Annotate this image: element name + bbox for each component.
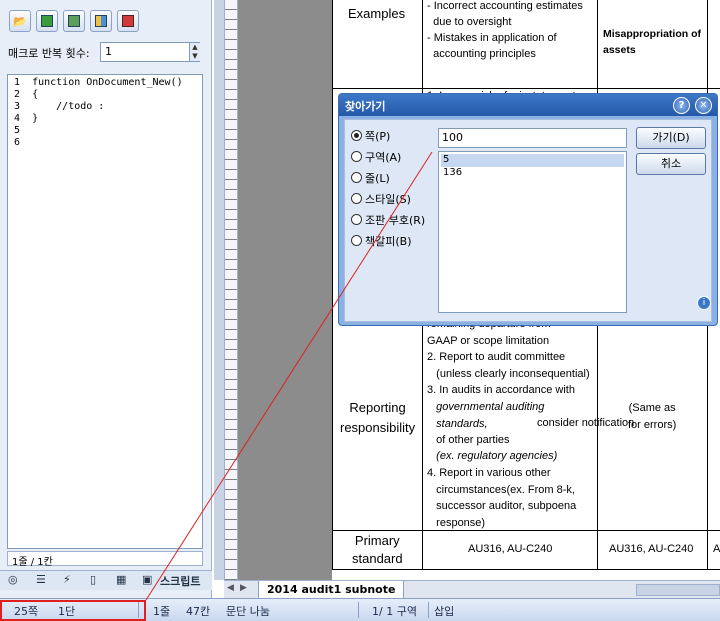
radio-line[interactable]: 줄(L) <box>351 170 390 186</box>
code-line: 1 function OnDocument_New() <box>14 77 183 88</box>
goto-button[interactable]: 가기(D) <box>636 127 706 149</box>
panel-scrollbar[interactable] <box>214 0 224 580</box>
script-editor[interactable]: 1 function OnDocument_New() 2 { 3 //todo… <box>7 74 203 549</box>
status-bar: 25쪽 1단 1줄 47칸 문단 나눔 1/ 1 구역 삽입 <box>0 598 720 621</box>
code-line: 6 <box>14 137 21 148</box>
code-line: 2 { <box>14 89 39 100</box>
macro-panel: 📂 매크로 반복 횟수: 1 ▲ ▼ 1 function OnDocument_… <box>0 0 212 598</box>
radio-off-icon <box>351 193 362 204</box>
standard-errors-cell: AU316, AU-C240 <box>468 543 553 555</box>
row-label-examples: Examples <box>348 6 406 21</box>
calendar-icon[interactable]: ▦ <box>116 573 126 586</box>
tab-scroll-left-icon[interactable]: ◀ <box>227 583 234 593</box>
examples-errors-cell: - Incorrect accounting estimates due to … <box>427 0 583 60</box>
binoculars-icon[interactable]: ◎ <box>8 573 18 586</box>
examples-fraud-cell: Misappropriation of assets <box>603 28 701 56</box>
radio-off-icon <box>351 151 362 162</box>
close-icon[interactable]: ✕ <box>695 97 712 114</box>
repeat-count-spinner[interactable]: ▲ ▼ <box>189 43 200 61</box>
lightning-icon[interactable]: ⚡ <box>63 573 71 586</box>
open-folder-icon[interactable]: 📂 <box>9 10 31 32</box>
radio-style[interactable]: 스타일(S) <box>351 191 411 207</box>
status-paragraph: 문단 나눔 <box>226 605 270 618</box>
radio-control-code[interactable]: 조판 부호(R) <box>351 212 425 228</box>
run-macro-icon[interactable] <box>117 10 139 32</box>
dialog-body: 쪽(P) 구역(A) 줄(L) 스타일(S) 조판 부호(R) 책갈피(B) 1… <box>344 119 712 322</box>
macro-define-icon[interactable] <box>90 10 112 32</box>
status-section: 1/ 1 구역 <box>372 605 417 618</box>
standard-extra-cell: A <box>713 543 720 555</box>
radio-bookmark[interactable]: 책갈피(B) <box>351 233 412 249</box>
radio-on-icon <box>351 130 362 141</box>
standard-fraud-cell: AU316, AU-C240 <box>609 543 694 555</box>
code-line: 3 //todo : <box>14 101 105 112</box>
info-icon[interactable]: i <box>697 296 711 310</box>
radio-off-icon <box>351 172 362 183</box>
row-label-reporting: Reporting responsibility <box>340 400 416 435</box>
status-insert-mode[interactable]: 삽입 <box>434 603 454 619</box>
copy-macro-icon[interactable] <box>63 10 85 32</box>
cancel-button[interactable]: 취소 <box>636 153 706 175</box>
tab-script[interactable]: 스크립트 <box>160 573 200 589</box>
reporting-errors-cell-b: governmental auditing standards, <box>436 401 545 430</box>
code-line: 4 } <box>14 113 39 124</box>
radio-page[interactable]: 쪽(P) <box>351 128 390 144</box>
list-item[interactable]: 136 <box>441 167 624 180</box>
list-item[interactable]: 5 <box>441 154 624 167</box>
repeat-count-label: 매크로 반복 횟수: <box>8 47 90 60</box>
reporting-errors-cell-f: 4. Report in various other circumstances… <box>427 467 577 529</box>
reporting-errors-cell-e: (ex. regulatory agencies) <box>427 450 558 462</box>
status-char: 47칸 <box>186 605 211 618</box>
radio-section[interactable]: 구역(A) <box>351 149 401 165</box>
document-tab[interactable]: 2014 audit1 subnote <box>258 581 405 599</box>
dialog-title: 찾아가기 <box>339 94 717 116</box>
panel-bottom-tabs: ◎ ☰ ⚡ ▯ ▦ ▣ 스크립트 <box>0 570 212 590</box>
code-line: 5 <box>14 125 21 136</box>
list-icon[interactable]: ☰ <box>36 573 46 586</box>
document-tab-bar: ◀ ▶ 2014 audit1 subnote <box>224 580 720 599</box>
help-icon[interactable]: ? <box>673 97 690 114</box>
page-margin-area <box>238 0 332 580</box>
page-icon[interactable]: ▯ <box>90 573 96 586</box>
reporting-errors-cell-c: consider notification <box>534 417 635 429</box>
editor-cursor-position: 1줄 / 1칸 <box>7 551 203 568</box>
radio-off-icon <box>351 214 362 225</box>
goto-dialog: 찾아가기 ? ✕ 쪽(P) 구역(A) 줄(L) 스타일(S) 조판 부호(R)… <box>338 93 718 326</box>
reporting-fraud-cell: (Same as for errors) <box>628 402 677 431</box>
tab-scroll-right-icon[interactable]: ▶ <box>240 583 247 593</box>
goto-list[interactable]: 5 136 <box>438 151 627 313</box>
repeat-count-input[interactable]: 1 <box>100 42 200 62</box>
horizontal-scrollbar[interactable] <box>636 584 720 596</box>
goto-value-input[interactable]: 100 <box>438 128 627 148</box>
status-line: 1줄 <box>153 605 171 618</box>
row-label-primary-standard: Primary standard <box>352 533 403 566</box>
script-tab-icon[interactable]: ▣ <box>142 573 152 586</box>
radio-off-icon <box>351 235 362 246</box>
save-icon[interactable] <box>36 10 58 32</box>
reporting-errors-cell-a: remaining departure from GAAP or scope l… <box>427 318 590 396</box>
highlight-box <box>0 600 146 621</box>
reporting-errors-cell-d: of other parties <box>427 434 510 446</box>
vertical-ruler <box>224 0 238 580</box>
